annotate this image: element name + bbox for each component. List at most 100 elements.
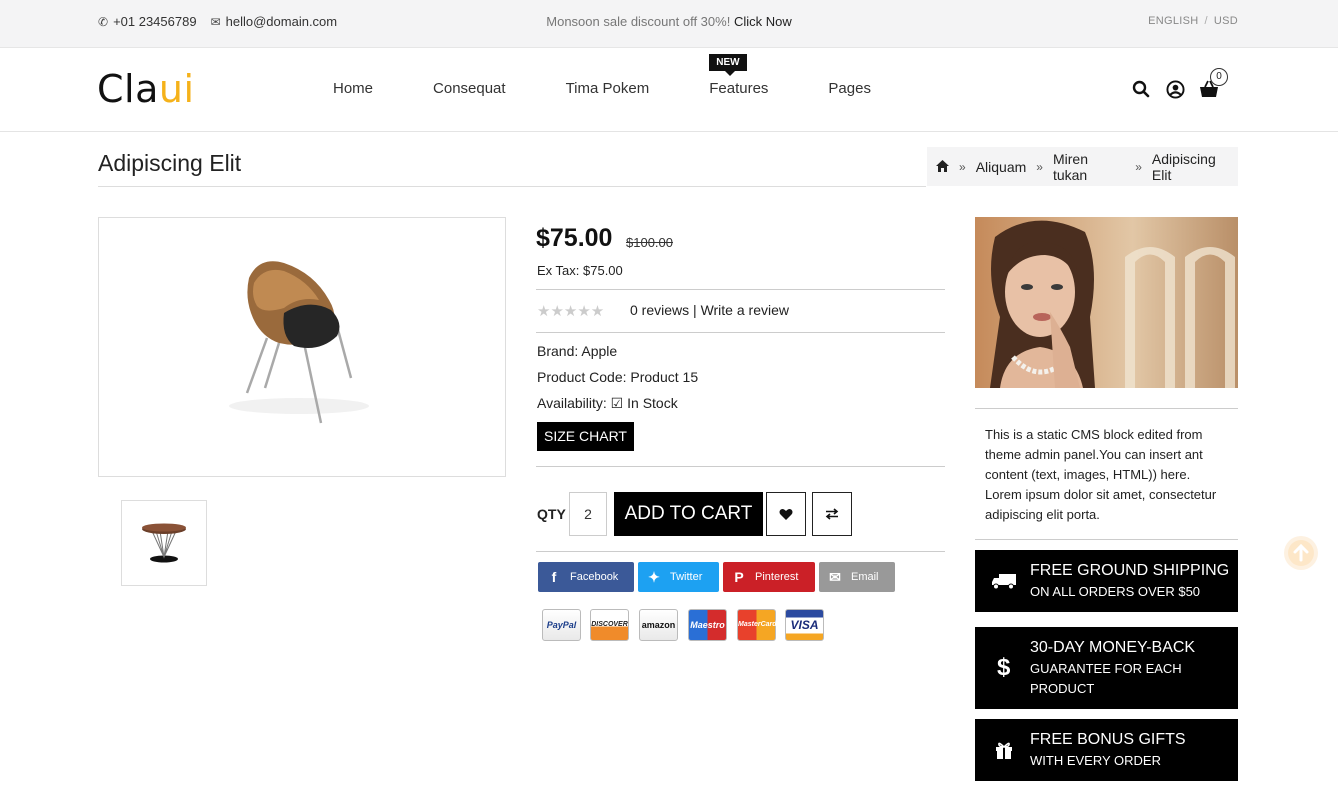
promo-text: Monsoon sale discount off 30%! — [546, 14, 731, 29]
quantity-input[interactable] — [569, 492, 607, 536]
product-thumbnail[interactable] — [121, 500, 207, 586]
divider — [975, 539, 1238, 540]
promo-link[interactable]: Click Now — [734, 14, 792, 29]
maestro-payment-icon: Maestro — [688, 609, 727, 641]
reviews-links: 0 reviews | Write a review — [630, 302, 789, 318]
pinterest-label: Pinterest — [755, 571, 799, 583]
promo-banner: Monsoon sale discount off 30%! Click Now — [0, 14, 1338, 29]
add-to-cart-button[interactable]: ADD TO CART — [614, 492, 763, 536]
product-main-image[interactable] — [98, 217, 506, 477]
feature-subtitle: ON ALL ORDERS OVER $50 — [1030, 584, 1201, 599]
dollar-icon: $ — [997, 654, 1011, 681]
logo-accent-text: ui — [158, 67, 195, 111]
rating-stars: ★★★★★ — [537, 303, 605, 320]
language-selector[interactable]: ENGLISH — [1148, 15, 1198, 27]
email-label: Email — [851, 571, 879, 583]
table-thumbnail-image — [142, 523, 186, 563]
pinterest-icon: P — [734, 569, 744, 585]
breadcrumb-separator: » — [1036, 159, 1043, 174]
main-header: Claui Home Consequat Tima Pokem NEW Feat… — [0, 49, 1338, 132]
cart-count-badge: 0 — [1210, 68, 1228, 86]
availability-row: Availability: ☑ In Stock — [537, 395, 678, 412]
ex-tax-price: Ex Tax: $75.00 — [537, 263, 623, 278]
portrait-photo — [975, 217, 1238, 388]
top-bar: ✆ +01 23456789 ✉ hello@domain.com Monsoon … — [0, 0, 1338, 48]
divider — [536, 466, 945, 467]
breadcrumb-item-current[interactable]: Adipiscing Elit — [1152, 151, 1238, 183]
gift-icon — [994, 719, 1014, 781]
breadcrumb: » Aliquam » Miren tukan » Adipiscing Eli… — [927, 147, 1238, 186]
cms-block-text: This is a static CMS block edited from t… — [985, 427, 1217, 522]
facebook-icon: f — [551, 569, 557, 585]
size-chart-button[interactable]: SIZE CHART — [537, 422, 634, 451]
qty-label: QTY — [537, 506, 566, 522]
cart-icon[interactable]: 0 — [1198, 68, 1228, 100]
logo-text: Cla — [97, 67, 159, 111]
chair-image — [229, 261, 369, 424]
facebook-share-button[interactable]: f Facebook — [538, 562, 634, 592]
home-icon[interactable] — [936, 159, 949, 175]
envelope-icon: ✉ — [829, 568, 841, 585]
nav-item-features[interactable]: NEW Features — [709, 54, 769, 97]
heart-icon — [779, 508, 793, 520]
search-icon[interactable] — [1130, 78, 1152, 100]
nav-item-home[interactable]: Home — [333, 80, 373, 97]
twitter-icon: ✦ — [648, 568, 660, 585]
breadcrumb-separator: » — [959, 159, 966, 174]
product-code-label: Product Code: — [537, 369, 627, 385]
visa-payment-icon: VISA — [785, 609, 824, 641]
feature-title: 30-DAY MONEY-BACK — [1030, 639, 1196, 656]
check-square-icon: ☑ — [610, 395, 624, 411]
mastercard-payment-icon: MasterCard — [737, 609, 777, 641]
nav-item-tima-pokem[interactable]: Tima Pokem — [566, 80, 650, 97]
write-review-link[interactable]: Write a review — [701, 302, 789, 318]
paypal-payment-icon: PayPal — [542, 609, 581, 641]
divider: | — [689, 302, 701, 318]
feature-title: FREE BONUS GIFTS — [1030, 731, 1186, 748]
wishlist-button[interactable] — [766, 492, 806, 536]
divider — [536, 289, 945, 290]
product-old-price: $100.00 — [626, 235, 673, 250]
exchange-icon — [825, 508, 839, 520]
brand-value[interactable]: Apple — [581, 343, 617, 359]
divider — [536, 332, 945, 333]
scroll-to-top-button[interactable] — [1284, 536, 1318, 570]
brand-label: Brand: — [537, 343, 579, 359]
feature-bonus-gifts: FREE BONUS GIFTS WITH EVERY ORDER — [975, 719, 1238, 781]
main-nav: Home Consequat Tima Pokem NEW Features P… — [333, 54, 931, 97]
email-share-button[interactable]: ✉ Email — [819, 562, 895, 592]
user-icon[interactable] — [1164, 78, 1186, 100]
divider — [536, 551, 945, 552]
brand-row: Brand: Apple — [537, 343, 617, 359]
breadcrumb-item[interactable]: Miren tukan — [1053, 151, 1125, 183]
nav-item-features-label: Features — [709, 80, 769, 97]
currency-selector[interactable]: USD — [1214, 15, 1238, 27]
feature-subtitle: GUARANTEE FOR EACH PRODUCT — [1030, 661, 1182, 696]
promo-banner-image[interactable] — [975, 217, 1238, 388]
product-code-value: Product 15 — [630, 369, 699, 385]
breadcrumb-separator: » — [1135, 159, 1142, 174]
breadcrumb-item[interactable]: Aliquam — [976, 159, 1027, 175]
divider: / — [1204, 15, 1208, 27]
availability-value: In Stock — [627, 395, 678, 411]
feature-subtitle: WITH EVERY ORDER — [1030, 753, 1161, 768]
reviews-count-link[interactable]: 0 reviews — [630, 302, 689, 318]
product-code-row: Product Code: Product 15 — [537, 369, 698, 385]
amazon-payment-icon: amazon — [639, 609, 678, 641]
compare-button[interactable] — [812, 492, 852, 536]
twitter-label: Twitter — [670, 571, 703, 583]
truck-icon — [991, 550, 1017, 612]
nav-item-consequat[interactable]: Consequat — [433, 80, 506, 97]
arrow-up-circle-icon — [1288, 540, 1314, 566]
logo[interactable]: Claui — [97, 67, 195, 111]
product-price: $75.00 — [536, 224, 613, 252]
divider — [975, 408, 1238, 409]
feature-title: FREE GROUND SHIPPING — [1030, 562, 1230, 579]
twitter-share-button[interactable]: ✦ Twitter — [638, 562, 719, 592]
availability-label: Availability: — [537, 395, 607, 411]
new-badge: NEW — [709, 54, 747, 76]
page-title: Adipiscing Elit — [98, 150, 242, 176]
pinterest-share-button[interactable]: P Pinterest — [723, 562, 815, 592]
divider — [98, 186, 926, 187]
nav-item-pages[interactable]: Pages — [828, 80, 871, 97]
